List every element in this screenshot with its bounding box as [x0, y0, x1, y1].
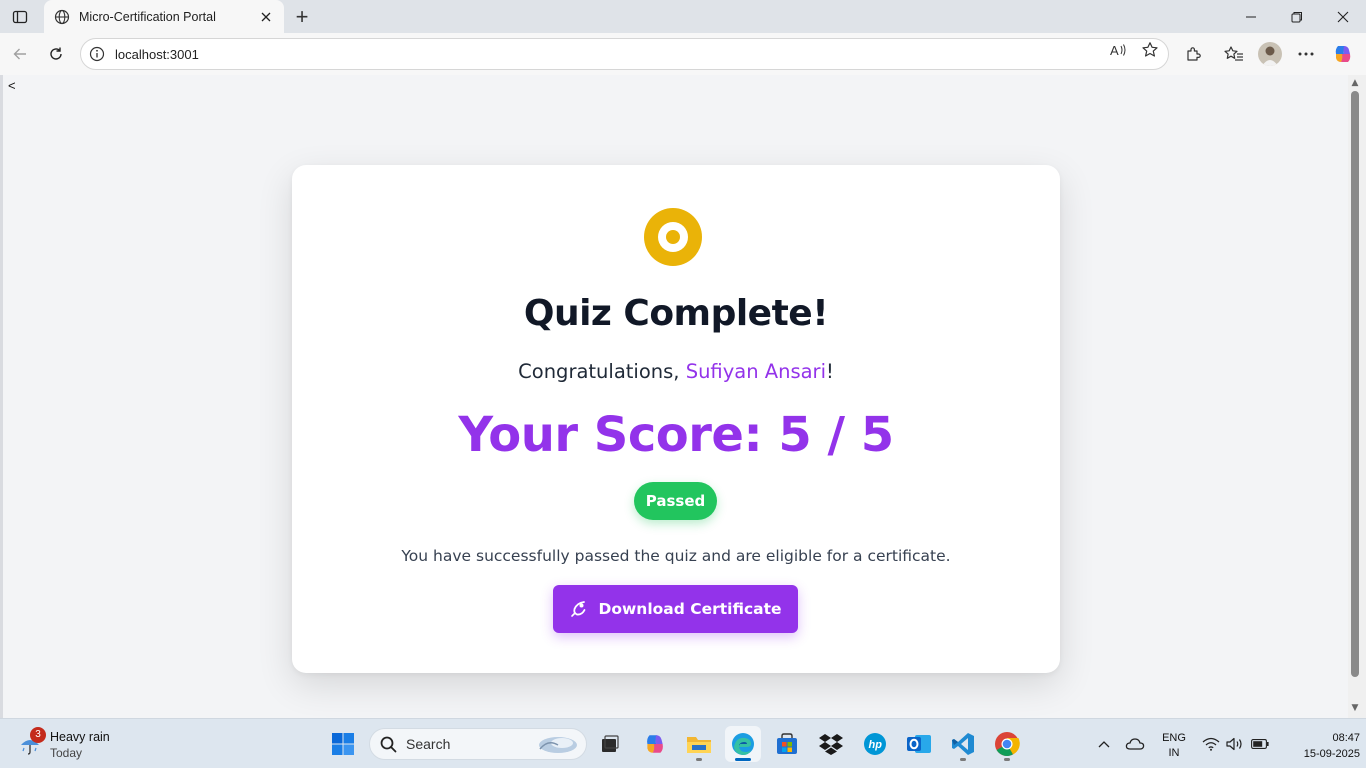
taskbar-search[interactable]: Search: [369, 728, 587, 760]
page-title: Quiz Complete!: [523, 293, 829, 334]
windows-taskbar: 3 Heavy rain Today Search hp ENG IN 08:4…: [0, 718, 1366, 768]
browser-tab-bar: Micro-Certification Portal +: [0, 0, 1366, 33]
result-message: You have successfully passed the quiz an…: [401, 547, 951, 565]
new-tab-button[interactable]: +: [290, 5, 314, 29]
svg-text:hp: hp: [869, 739, 883, 751]
download-certificate-label: Download Certificate: [598, 600, 782, 618]
outlook-icon[interactable]: [901, 726, 937, 762]
wifi-icon[interactable]: [1200, 733, 1222, 755]
quiz-result-card: Quiz Complete! Congratulations, Sufiyan …: [292, 165, 1060, 673]
user-name: Sufiyan Ansari: [685, 360, 826, 383]
region-code: IN: [1168, 747, 1180, 759]
system-clock[interactable]: 08:47 15-09-2025: [1300, 730, 1360, 762]
start-button[interactable]: [325, 726, 361, 762]
file-explorer-icon[interactable]: [681, 726, 717, 762]
input-language[interactable]: ENG IN: [1160, 731, 1188, 761]
site-info-icon[interactable]: [89, 46, 105, 62]
restore-icon[interactable]: [1274, 0, 1320, 33]
rocket-icon: [569, 599, 589, 619]
weather-widget[interactable]: 3 Heavy rain Today: [16, 727, 136, 763]
vscode-icon[interactable]: [945, 726, 981, 762]
tab-close-icon[interactable]: [256, 7, 276, 27]
scrollbar-thumb[interactable]: [1351, 91, 1359, 677]
chrome-icon[interactable]: [989, 726, 1025, 762]
onedrive-cloud-icon[interactable]: [1124, 733, 1146, 755]
vertical-scrollbar[interactable]: ▲ ▼: [1348, 75, 1366, 718]
scroll-down-icon[interactable]: ▼: [1350, 703, 1360, 713]
congrats-suffix: !: [826, 360, 834, 383]
score-display: Your Score: 5 / 5: [458, 407, 894, 463]
hp-icon[interactable]: hp: [857, 726, 893, 762]
extensions-icon[interactable]: [1182, 43, 1204, 65]
more-options-icon[interactable]: [1295, 43, 1317, 65]
back-arrow-icon[interactable]: [6, 40, 34, 68]
edge-browser-icon[interactable]: [725, 726, 761, 762]
favorite-star-icon[interactable]: [1141, 41, 1159, 59]
congrats-prefix: Congratulations,: [518, 360, 686, 383]
weather-day: Today: [50, 746, 83, 760]
show-hidden-icons-icon[interactable]: [1093, 733, 1115, 755]
tab-actions-icon[interactable]: [6, 4, 34, 30]
back-link[interactable]: <: [8, 78, 16, 93]
task-view-icon[interactable]: [592, 726, 628, 762]
status-badge: Passed: [634, 482, 717, 520]
volume-icon[interactable]: [1224, 733, 1246, 755]
refresh-icon[interactable]: [42, 40, 70, 68]
minimize-icon[interactable]: [1228, 0, 1274, 33]
tab-micro-certification-portal[interactable]: Micro-Certification Portal: [44, 0, 284, 33]
scroll-up-icon[interactable]: ▲: [1350, 78, 1360, 88]
download-certificate-button[interactable]: Download Certificate: [553, 585, 798, 633]
clock-time: 08:47: [1332, 732, 1360, 744]
tab-title: Micro-Certification Portal: [79, 9, 216, 24]
search-highlight-icon: [534, 733, 578, 755]
close-window-icon[interactable]: [1320, 0, 1366, 33]
battery-icon[interactable]: [1249, 733, 1271, 755]
profile-avatar-icon[interactable]: [1258, 42, 1282, 66]
language-code: ENG: [1162, 732, 1186, 744]
weather-condition: Heavy rain: [50, 730, 110, 744]
url-text: localhost:3001: [115, 46, 199, 62]
svg-text:A: A: [1110, 43, 1119, 58]
dropbox-icon[interactable]: [813, 726, 849, 762]
microsoft-store-icon[interactable]: [769, 726, 805, 762]
address-bar[interactable]: localhost:3001: [80, 38, 1169, 70]
read-aloud-icon[interactable]: A: [1109, 41, 1127, 59]
globe-icon: [54, 9, 70, 25]
copilot-app-icon[interactable]: [637, 726, 673, 762]
clock-date: 15-09-2025: [1303, 748, 1360, 760]
favorites-icon[interactable]: [1223, 43, 1245, 65]
search-placeholder: Search: [406, 736, 451, 752]
browser-toolbar: localhost:3001 A: [0, 33, 1366, 75]
medal-icon: [644, 208, 702, 266]
search-icon: [380, 736, 397, 753]
weather-alert-count: 3: [30, 727, 46, 743]
congratulations-text: Congratulations, Sufiyan Ansari!: [292, 360, 1060, 383]
copilot-icon[interactable]: [1332, 43, 1354, 65]
